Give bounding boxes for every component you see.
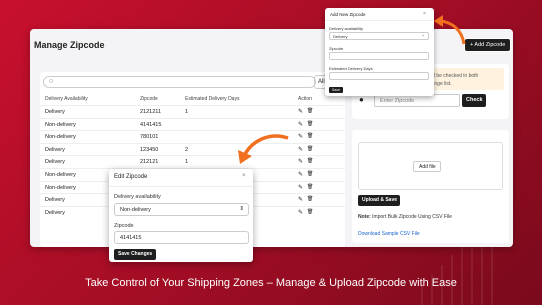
delete-icon[interactable]: 🗑 [307, 171, 313, 177]
page-title: Manage Zipcode [34, 40, 105, 50]
edit-icon[interactable]: ✎ [298, 158, 303, 165]
note-label: Note: [358, 214, 371, 220]
arrow-to-add-dialog-icon [434, 15, 466, 45]
availability-select[interactable]: Non-delivery ⇕ [114, 203, 249, 216]
days-cell: 1 [185, 159, 189, 166]
edit-icon[interactable]: ✎ [298, 146, 303, 153]
edit-icon[interactable]: ✎ [298, 108, 303, 115]
availability-value: Non-delivery [120, 207, 151, 213]
zipcode-label: Zipcode [114, 223, 134, 229]
availability-cell: Delivery [45, 159, 65, 166]
edit-icon[interactable]: ✎ [298, 121, 303, 128]
availability-cell: Delivery [45, 146, 65, 153]
file-dropzone[interactable]: Add file [358, 142, 503, 190]
check-button[interactable]: Check [462, 94, 486, 107]
availability-cell: Non-delivery [45, 121, 76, 128]
edit-zipcode-dialog: Edit Zipcode × Delivery availability Non… [109, 169, 253, 262]
delivery-days-label: Estimated Delivery Days [329, 66, 373, 71]
save-changes-button[interactable]: Save Changes [114, 249, 156, 260]
column-header-zipcode: Zipcode [140, 96, 158, 102]
availability-cell: Non-delivery [45, 172, 76, 178]
import-note: Note: Import Bulk Zipcode Using CSV File [358, 214, 452, 220]
search-icon: ○ [49, 78, 54, 85]
availability-label: Delivery availability [329, 26, 364, 31]
availability-cell: Delivery [45, 109, 65, 115]
divider [109, 186, 253, 187]
close-icon[interactable]: × [242, 173, 246, 179]
divider [325, 20, 434, 21]
add-file-button[interactable]: Add file [413, 161, 441, 172]
table-row: Delivery 212121 1 ✎ 🗑 [40, 155, 345, 168]
location-pin-icon: ● [359, 95, 364, 104]
days-cell: 1 [185, 109, 189, 115]
column-header-action: Action [298, 96, 312, 102]
tagline: Take Control of Your Shipping Zones – Ma… [85, 277, 457, 289]
zipcode-field[interactable]: 4141415 [114, 231, 249, 244]
availability-cell: Delivery [45, 197, 65, 204]
delete-icon[interactable]: 🗑 [307, 108, 313, 114]
column-header-days: Estimated Delivery Days [185, 96, 240, 102]
delete-icon[interactable]: 🗑 [307, 133, 313, 139]
edit-icon[interactable]: ✎ [298, 209, 303, 216]
availability-value: Delivery [333, 34, 348, 39]
zipcode-cell: 4141415 [140, 121, 162, 128]
edit-icon[interactable]: ✎ [298, 184, 303, 191]
edit-icon[interactable]: ✎ [298, 133, 303, 140]
add-zipcode-button[interactable]: + Add Zipcode [464, 38, 512, 52]
delete-icon[interactable]: 🗑 [307, 196, 313, 202]
column-header-availability: Delivery Availability [45, 96, 88, 102]
add-zipcode-dialog: Add New Zipcode × Delivery availability … [325, 8, 434, 96]
table-row: Delivery 2121211 1 ✎ 🗑 [40, 105, 345, 118]
zipcode-label: Zipcode [329, 46, 344, 51]
availability-label: Delivery availability [114, 194, 161, 200]
zipcode-cell: 780101 [140, 134, 159, 141]
edit-icon[interactable]: ✎ [298, 196, 303, 203]
delete-icon[interactable]: 🗑 [307, 158, 313, 164]
delete-icon[interactable]: 🗑 [307, 184, 313, 190]
note-text: Import Bulk Zipcode Using CSV File [372, 214, 452, 220]
chevron-icon: ⇕ [239, 206, 244, 212]
dialog-title: Add New Zipcode [330, 12, 366, 17]
delete-icon[interactable]: 🗑 [307, 209, 313, 215]
download-csv-link[interactable]: Download Sample CSV File [358, 231, 420, 237]
table-row: Non-delivery 4141415 ✎ 🗑 [40, 117, 345, 131]
warning-line-1: will be checked in both [428, 73, 479, 79]
delivery-days-field[interactable] [329, 72, 429, 80]
availability-cell: Delivery [45, 209, 65, 216]
arrow-to-edit-dialog-icon [238, 134, 289, 164]
zipcode-cell: 2121211 [140, 109, 162, 115]
zipcode-cell: 123450 [140, 146, 159, 153]
delete-icon[interactable]: 🗑 [307, 121, 313, 127]
availability-cell: Non-delivery [45, 184, 76, 191]
close-icon[interactable]: × [423, 11, 426, 17]
save-button[interactable]: Save [329, 87, 343, 93]
search-input[interactable]: ○ [43, 76, 316, 88]
edit-icon[interactable]: ✎ [298, 171, 303, 178]
upload-save-button[interactable]: Upload & Save [358, 195, 400, 206]
csv-upload-panel: Add file Upload & Save Note: Import Bulk… [352, 130, 509, 243]
table-row: Delivery 123450 2 ✎ 🗑 [40, 142, 345, 156]
warning-line-2: Range list. [428, 81, 452, 87]
zipcode-field[interactable] [329, 52, 429, 60]
availability-cell: Non-delivery [45, 134, 76, 141]
table-row: Non-delivery 780101 ✎ 🗑 [40, 130, 345, 143]
chevron-icon: ⌃ [421, 34, 425, 39]
zipcode-cell: 212121 [140, 159, 159, 166]
delete-icon[interactable]: 🗑 [307, 146, 313, 152]
dialog-title: Edit Zipcode [114, 174, 148, 180]
days-cell: 2 [185, 146, 189, 153]
availability-select[interactable]: Delivery ⌃ [329, 32, 429, 40]
